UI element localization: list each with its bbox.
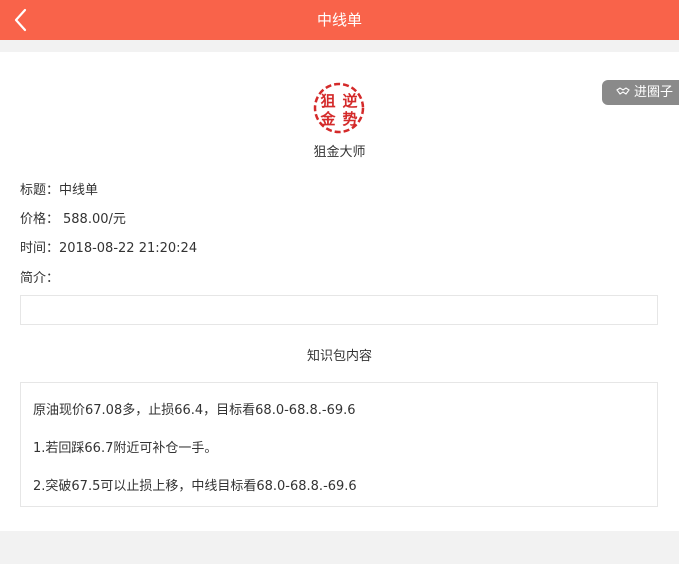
handshake-icon [616,80,630,105]
author-name: 狙金大师 [313,145,366,160]
intro-box [20,295,658,325]
author-seal-logo: 狙 逆 金 势 [313,82,365,134]
price-value: 588.00/元 [63,212,126,227]
author-avatar: 狙 逆 金 势 [313,82,365,134]
title-label: 标题： [20,183,60,198]
top-bar: 中线单 [0,0,679,40]
detail-card: 进圈子 狙 逆 金 势 狙金大师 标题：中线单 价格： 588.00/元 时间：2… [0,52,679,531]
page-title: 中线单 [316,11,362,29]
svg-text:金: 金 [319,110,336,128]
intro-label: 简介： [20,271,60,286]
svg-text:势: 势 [342,110,357,128]
time-label: 时间： [20,241,60,256]
content-section-title: 知识包内容 [306,349,372,364]
content-line: 原油现价67.08多，止损66.4，目标看68.0-68.8.-69.6 [33,403,356,418]
svg-text:狙: 狙 [320,92,335,110]
time-value: 2018-08-22 21:20:24 [59,241,198,256]
price-row: 价格： 588.00/元 [20,208,126,227]
price-label: 价格： [20,212,60,227]
svg-text:逆: 逆 [342,92,357,110]
intro-row: 简介： [20,267,59,286]
join-circle-label: 进圈子 [633,85,673,100]
content-line: 1.若回踩66.7附近可补仓一手。 [33,441,218,456]
time-row: 时间：2018-08-22 21:20:24 [20,237,197,256]
title-row: 标题：中线单 [20,179,98,198]
content-line: 2.突破67.5可以止损上移，中线目标看68.0-68.8.-69.6 [33,479,357,494]
title-value: 中线单 [59,183,99,198]
content-box: 原油现价67.08多，止损66.4，目标看68.0-68.8.-69.6 1.若… [20,382,658,507]
join-circle-button[interactable]: 进圈子 [601,80,679,105]
